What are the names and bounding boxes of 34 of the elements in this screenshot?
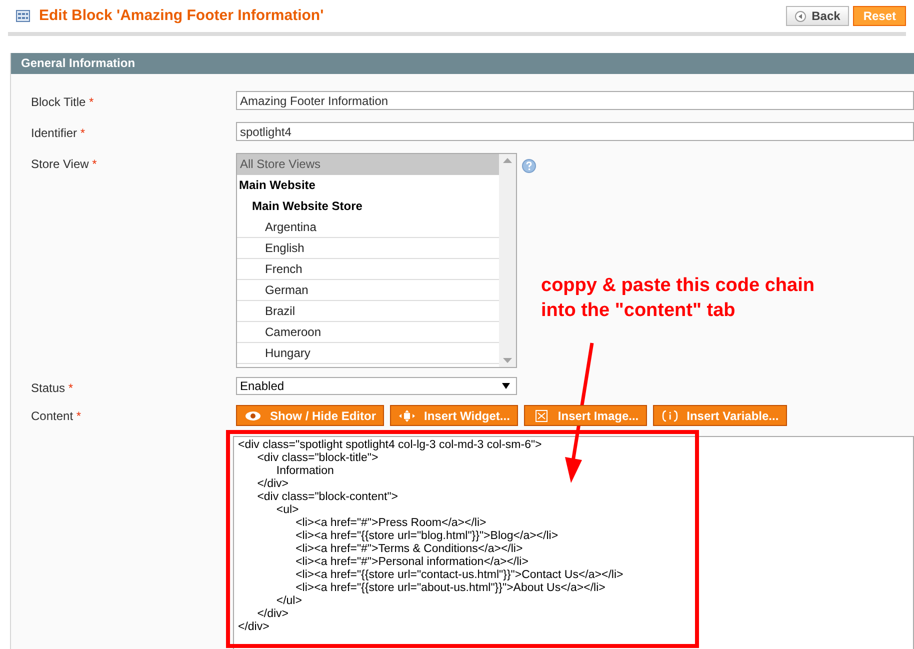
- option-group[interactable]: Main Website Store: [237, 196, 499, 217]
- option-group[interactable]: Main Website: [237, 175, 499, 196]
- dropdown-arrow-icon: [502, 383, 510, 389]
- list-option[interactable]: Hungary: [237, 343, 499, 364]
- store-view-list[interactable]: All Store Views Main Website Main Website Store Argentina English French German Brazil Cameroon Hungary: [236, 153, 517, 368]
- field-label: Block Title *: [31, 95, 94, 109]
- scroll-down-icon: [503, 358, 512, 363]
- code-textarea[interactable]: <div class="spotlight spotlight4 col-lg-3 col-md-3 col-sm-6"> <div class="block-title"> Information </div> <div class="block-content"> <ul> <li><a href="#">Press Room</a></li> <li><a href="{{store url="blog.html"}}">Blog</a></li> <li><a href="#">Terms & Conditions</a></li> <li><a href="#">Personal information</a></li> <li><a href="{{store url="contact-us.html"}}">Contact Us</a></li> <li><a href="{{store url="about-us.html"}}">About Us</a></li> </ul> </div> </div>: [233, 436, 914, 649]
- grid-icon: [16, 10, 30, 22]
- annotation-text: coppy & paste this code chain: [541, 274, 814, 298]
- back-button[interactable]: Back: [786, 6, 850, 26]
- list-option[interactable]: Argentina: [237, 217, 499, 238]
- help-icon: [522, 159, 536, 173]
- field-label: Status *: [31, 381, 74, 395]
- eye-icon: [245, 410, 261, 422]
- braces-icon: [662, 410, 678, 422]
- field-label: Content *: [31, 409, 82, 423]
- field-label: Identifier *: [31, 126, 86, 140]
- list-option[interactable]: Cameroon: [237, 322, 499, 343]
- framed-square-icon: [532, 410, 549, 422]
- section-header: General Information: [11, 53, 914, 74]
- status-dropdown[interactable]: Enabled: [236, 377, 517, 395]
- list-option[interactable]: All Store Views: [237, 154, 499, 175]
- page-title: Edit Block 'Amazing Footer Information': [39, 6, 324, 26]
- scroll-up-icon: [503, 158, 512, 163]
- text-field[interactable]: Amazing Footer Information: [236, 91, 914, 110]
- field-label: Store View *: [31, 157, 97, 171]
- text-field[interactable]: spotlight4: [236, 122, 914, 141]
- list-option[interactable]: German: [237, 280, 499, 301]
- list-option[interactable]: Brazil: [237, 301, 499, 322]
- annotation-text: into the "content" tab: [541, 299, 736, 323]
- move-arrows-icon: [399, 410, 416, 422]
- list-option[interactable]: French: [237, 259, 499, 280]
- list-option[interactable]: English: [237, 238, 499, 259]
